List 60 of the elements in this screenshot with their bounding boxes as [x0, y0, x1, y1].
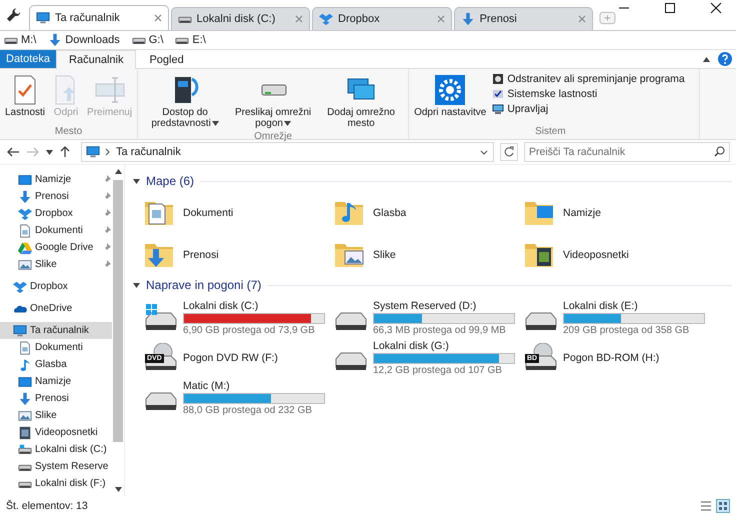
file-tab[interactable]: Datoteka	[0, 50, 56, 68]
folder-item[interactable]: Slike	[333, 237, 523, 273]
sidebar-item[interactable]: Namizje	[0, 171, 112, 188]
sidebar-item[interactable]: Lokalni disk (F:)	[0, 475, 112, 492]
ribbon-button[interactable]: Lastnosti	[3, 71, 48, 120]
sidebar-item[interactable]: Lokalni disk (C:)	[0, 441, 112, 458]
drive-item[interactable]: System Reserved (D:) 66,3 MB prostega od 99,9 MB	[333, 299, 523, 337]
ribbon-small-button[interactable]: Upravljaj	[492, 103, 685, 115]
group-label: Mesto	[54, 126, 82, 139]
sidebar-item[interactable]: Prenosi	[0, 390, 112, 407]
folder-item[interactable]: Namizje	[523, 195, 713, 231]
tab-title: Ta računalnik	[54, 12, 121, 24]
status-text: Št. elementov: 13	[6, 500, 88, 512]
drive-item[interactable]: Lokalni disk (E:) 209 GB prostega od 358 GB	[523, 299, 713, 337]
section-heading[interactable]: Naprave in pogoni (7)	[146, 278, 262, 292]
sidebar-item[interactable]: System Reserve	[0, 458, 112, 475]
sidebar-item[interactable]: Google Drive	[0, 239, 112, 256]
ribbon-button[interactable]: Odpri nastavitve	[412, 71, 488, 120]
tab-title: Dropbox	[338, 13, 381, 25]
drive-item[interactable]: Matic (M:) 88,0 GB prostega od 232 GB	[143, 379, 333, 417]
drive-item[interactable]: Lokalni disk (G:) 12,2 GB prostega od 107 GB	[333, 339, 523, 377]
address-field[interactable]: Ta računalnik	[81, 142, 494, 162]
sidebar-item[interactable]: Namizje	[0, 373, 112, 390]
sidebar-item[interactable]: Dokumenti	[0, 339, 112, 356]
ribbon-button[interactable]: Preslikaj omrežni pogon	[229, 71, 318, 131]
group-label: Omrežje	[254, 131, 292, 144]
bookmark-link[interactable]: Downloads	[48, 33, 120, 47]
sidebar-item[interactable]: OneDrive	[0, 300, 112, 317]
sidebar-item[interactable]: Slike	[0, 256, 112, 273]
ribbon-small-button[interactable]: Sistemske lastnosti	[492, 88, 685, 100]
bookmark-link[interactable]: G:\	[132, 33, 164, 47]
browser-tab[interactable]: Ta računalnik	[28, 5, 169, 30]
ribbon-tab[interactable]: Računalnik	[56, 50, 136, 69]
sidebar-item[interactable]: Dropbox	[0, 278, 112, 295]
ribbon-small-button[interactable]: Odstranitev ali spreminjanje programa	[492, 73, 685, 85]
section-heading[interactable]: Mape (6)	[146, 174, 194, 188]
folder-item[interactable]: Glasba	[333, 195, 523, 231]
search-field[interactable]: Preišči Ta računalnik	[524, 142, 730, 162]
browser-tab[interactable]: Dropbox	[312, 7, 452, 30]
browser-tab[interactable]: Lokalni disk (C:)	[170, 7, 310, 30]
bookmark-link[interactable]: E:\	[175, 33, 206, 47]
ribbon-button[interactable]: Dostop do predstavnosti	[141, 71, 230, 131]
browser-tab[interactable]: Prenosi	[454, 7, 594, 30]
sidebar-item[interactable]: Prenosi	[0, 188, 112, 205]
sidebar-item[interactable]: Glasba	[0, 356, 112, 373]
group-label: Sistem	[535, 126, 566, 139]
bookmark-link[interactable]: M:\	[4, 33, 36, 47]
sidebar-item[interactable]: Videoposnetki	[0, 424, 112, 441]
folder-item[interactable]: Videoposnetki	[523, 237, 713, 273]
tab-title: Prenosi	[480, 13, 518, 25]
folder-item[interactable]: Dokumenti	[143, 195, 333, 231]
ribbon-button[interactable]: Dodaj omrežno mesto	[317, 71, 406, 131]
tab-title: Lokalni disk (C:)	[196, 13, 276, 25]
folder-item[interactable]: Prenosi	[143, 237, 333, 273]
ribbon-tab[interactable]: Pogled	[136, 50, 197, 68]
drive-item[interactable]: Lokalni disk (C:) 6,90 GB prostega od 73,9 GB	[143, 299, 333, 337]
sidebar-item[interactable]: Slike	[0, 407, 112, 424]
sidebar-item[interactable]: Dropbox	[0, 205, 112, 222]
sidebar-item[interactable]: Dokumenti	[0, 222, 112, 239]
sidebar-item[interactable]: Ta računalnik	[0, 322, 112, 339]
